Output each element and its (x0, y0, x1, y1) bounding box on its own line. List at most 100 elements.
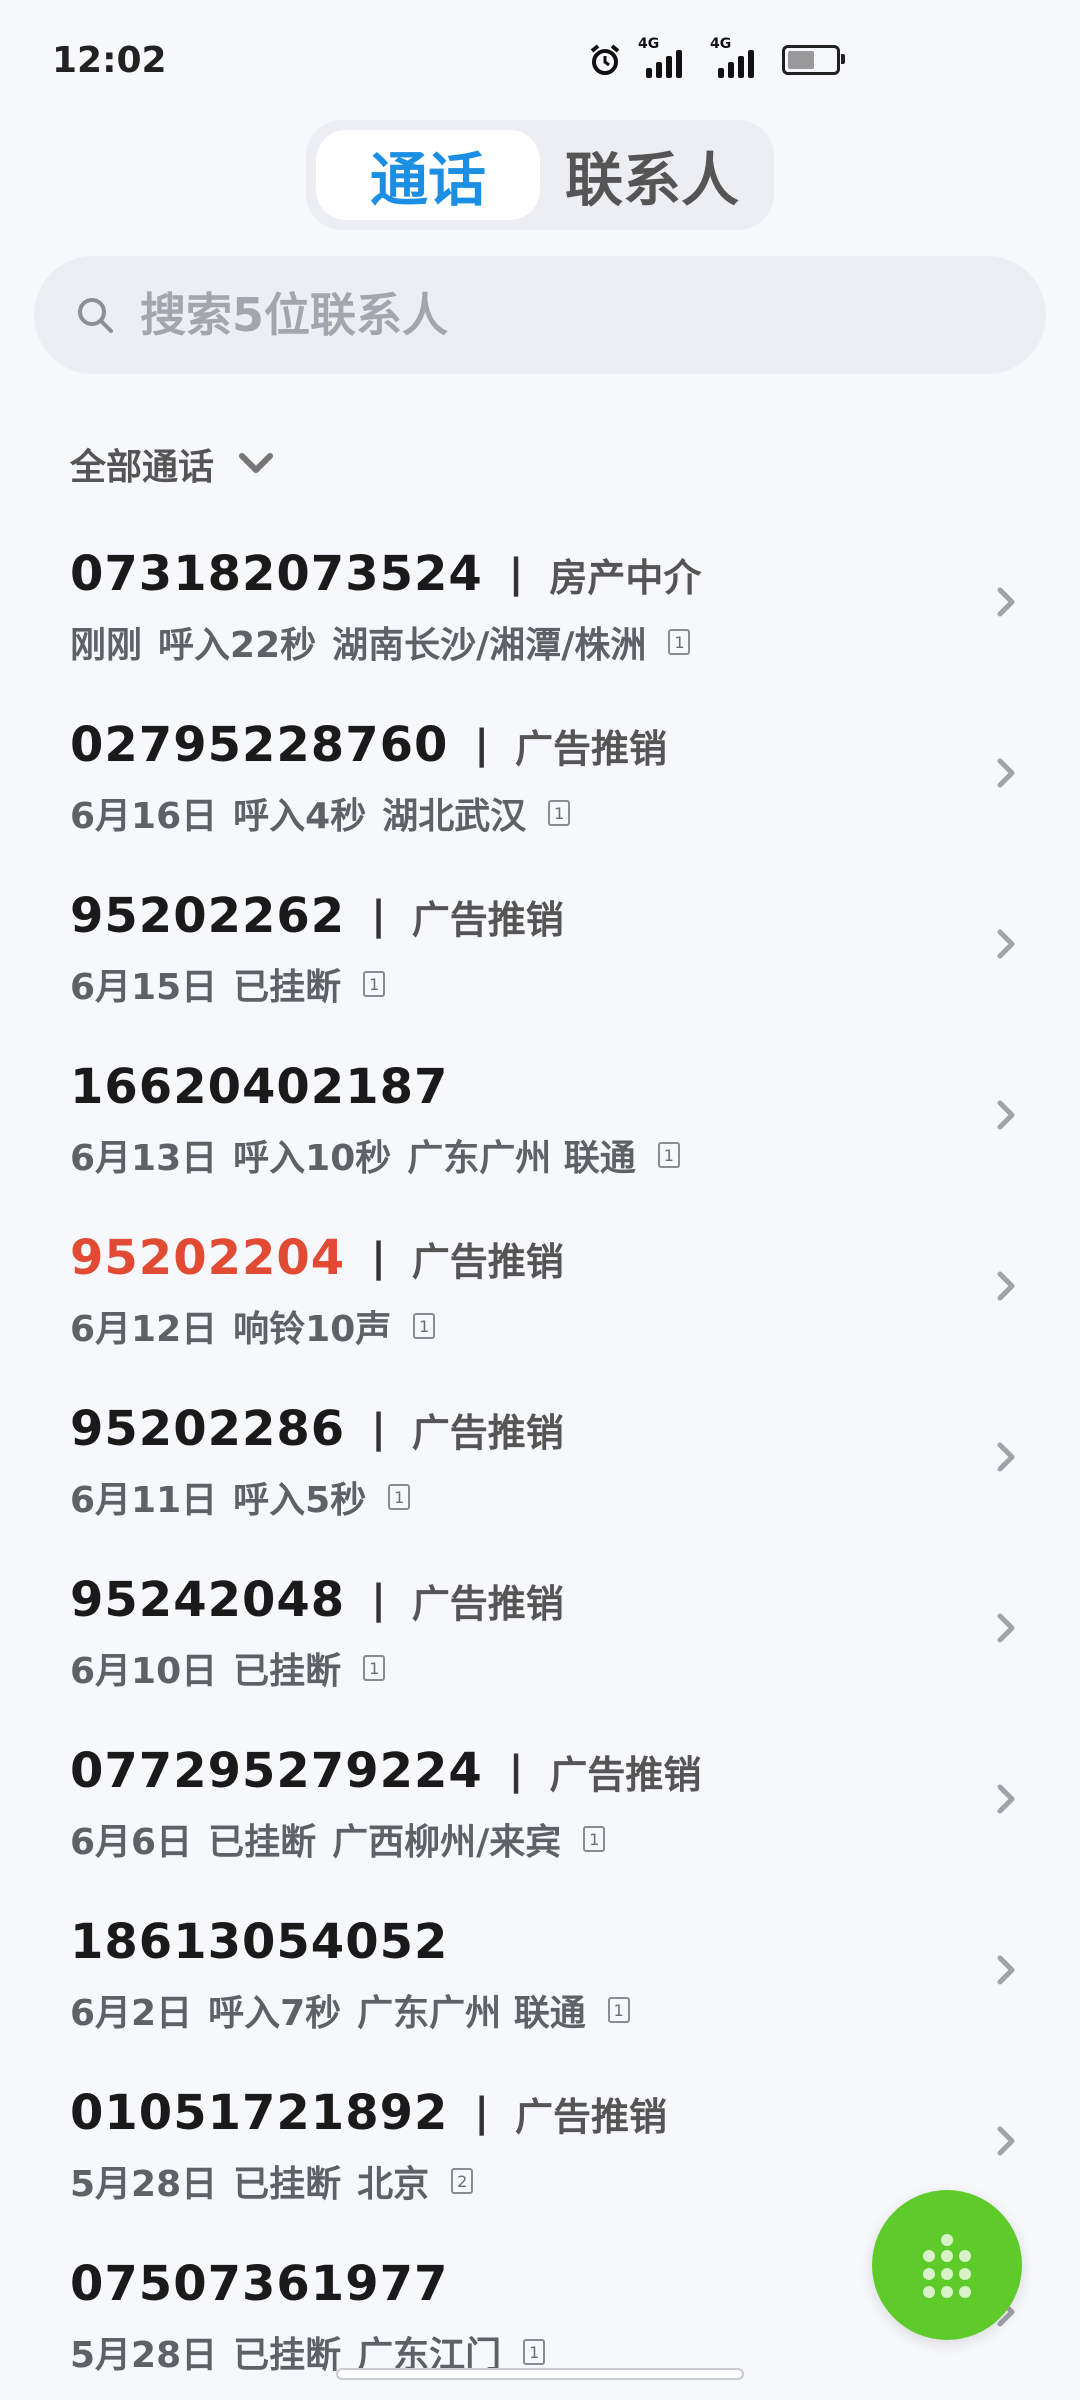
chevron-right-icon[interactable] (994, 755, 1018, 791)
search-icon (78, 298, 113, 333)
tab-contacts[interactable]: 联系人 (540, 130, 764, 220)
separator: | (371, 1406, 386, 1452)
call-status: 呼入4秒 (233, 796, 367, 837)
call-date: 刚刚 (70, 625, 143, 666)
separator: | (474, 722, 489, 768)
tab-switcher: 通话 联系人 (306, 120, 774, 230)
call-status: 呼入22秒 (158, 625, 317, 666)
call-location: 广东广州 联通 (407, 1138, 636, 1179)
number-tag: 广告推销 (549, 1752, 702, 1797)
call-location: 广东广州 联通 (357, 1993, 586, 2034)
separator: | (508, 1748, 524, 1794)
call-status: 呼入5秒 (233, 1480, 367, 1521)
call-secondary-line: 6月2日 呼入7秒 广东广州 联通 1 (70, 1984, 630, 2036)
call-log-row[interactable]: 95202262 | 广告推销 6月15日 已挂断 1 (0, 854, 1080, 1025)
call-location: 湖南长沙/湘潭/株洲 (332, 625, 647, 666)
phone-number: 95202262 (70, 888, 346, 944)
call-location: 湖北武汉 (382, 796, 527, 837)
call-secondary-line: 6月6日 已挂断 广西柳州/来宾 1 (70, 1813, 606, 1865)
chevron-right-icon[interactable] (994, 2123, 1018, 2159)
call-secondary-line: 6月15日 已挂断 1 (70, 958, 386, 1010)
sim-card-icon: 1 (607, 1997, 630, 2023)
chevron-right-icon[interactable] (994, 1952, 1018, 1988)
call-status: 呼入10秒 (233, 1138, 392, 1179)
sim-card-icon: 1 (523, 2339, 546, 2365)
chevron-right-icon[interactable] (994, 1781, 1018, 1817)
call-secondary-line: 刚刚 呼入22秒 湖南长沙/湘潭/株洲 1 (70, 616, 691, 668)
search-bar[interactable] (34, 256, 1046, 374)
number-tag: 房产中介 (549, 555, 702, 600)
call-secondary-line: 6月12日 响铃10声 1 (70, 1300, 436, 1352)
call-secondary-line: 5月28日 已挂断 北京 2 (70, 2155, 474, 2207)
number-tag: 广告推销 (515, 726, 668, 771)
call-location: 北京 (357, 2164, 430, 2205)
call-primary-line: 073182073524 | 房产中介 (70, 546, 701, 602)
call-list: 073182073524 | 房产中介 刚刚 呼入22秒 湖南长沙/湘潭/株洲 1 0… (0, 512, 1080, 2393)
signal-icon-1: 4G (638, 36, 694, 78)
phone-number: 01051721892 (70, 2085, 449, 2141)
tab-calls[interactable]: 通话 (316, 130, 540, 220)
call-log-row[interactable]: 02795228760 | 广告推销 6月16日 呼入4秒 湖北武汉 1 (0, 683, 1080, 854)
call-log-row[interactable]: 077295279224 | 广告推销 6月6日 已挂断 广西柳州/来宾 1 (0, 1709, 1080, 1880)
status-time: 12:02 (52, 40, 167, 81)
phone-number: 95202286 (70, 1401, 346, 1457)
call-primary-line: 95202286 | 广告推销 (70, 1401, 564, 1457)
separator: | (371, 1235, 386, 1281)
chevron-right-icon[interactable] (994, 1439, 1018, 1475)
dialpad-icon (923, 2234, 971, 2298)
call-date: 6月15日 (70, 967, 218, 1008)
call-date: 6月12日 (70, 1309, 218, 1350)
call-primary-line: 077295279224 | 广告推销 (70, 1743, 701, 1799)
chevron-right-icon[interactable] (994, 584, 1018, 620)
number-tag: 广告推销 (411, 1410, 564, 1455)
phone-number: 16620402187 (70, 1059, 449, 1115)
filter-label: 全部通话 (70, 447, 215, 488)
number-tag: 广告推销 (411, 897, 564, 942)
call-log-row[interactable]: 16620402187 6月13日 呼入10秒 广东广州 联通 1 (0, 1025, 1080, 1196)
home-indicator[interactable] (336, 2368, 744, 2380)
sim-card-icon: 1 (583, 1826, 606, 1852)
call-date: 6月2日 (70, 1993, 193, 2034)
call-status: 已挂断 (208, 1822, 317, 1863)
call-secondary-line: 6月13日 呼入10秒 广东广州 联通 1 (70, 1129, 680, 1181)
number-tag: 广告推销 (411, 1581, 564, 1626)
call-primary-line: 01051721892 | 广告推销 (70, 2085, 667, 2141)
alarm-icon (590, 44, 620, 75)
call-log-row[interactable]: 073182073524 | 房产中介 刚刚 呼入22秒 湖南长沙/湘潭/株洲 1 (0, 512, 1080, 683)
call-secondary-line: 6月11日 呼入5秒 1 (70, 1471, 411, 1523)
status-icons: 4G 4G (588, 36, 845, 80)
call-primary-line: 95242048 | 广告推销 (70, 1572, 564, 1628)
chevron-right-icon[interactable] (994, 1610, 1018, 1646)
chevron-right-icon[interactable] (994, 1097, 1018, 1133)
sim-card-icon: 1 (548, 800, 571, 826)
dialpad-button[interactable] (872, 2190, 1022, 2340)
call-date: 6月11日 (70, 1480, 218, 1521)
call-primary-line: 18613054052 (70, 1914, 448, 1970)
status-bar: 12:02 4G 4G (0, 0, 1080, 120)
separator: | (371, 1577, 386, 1623)
number-tag: 广告推销 (515, 2094, 668, 2139)
call-log-row[interactable]: 95202204 | 广告推销 6月12日 响铃10声 1 (0, 1196, 1080, 1367)
number-tag: 广告推销 (411, 1239, 564, 1284)
call-status: 已挂断 (233, 967, 342, 1008)
call-log-row[interactable]: 18613054052 6月2日 呼入7秒 广东广州 联通 1 (0, 1880, 1080, 2051)
call-log-row[interactable]: 95242048 | 广告推销 6月10日 已挂断 1 (0, 1538, 1080, 1709)
battery-icon (782, 45, 845, 75)
sim-card-icon: 1 (388, 1484, 411, 1510)
separator: | (371, 893, 386, 939)
sim-card-icon: 1 (413, 1313, 436, 1339)
search-input[interactable] (138, 287, 942, 343)
signal-icon-2: 4G (710, 36, 766, 78)
call-filter-dropdown[interactable]: 全部通话 (70, 438, 276, 490)
call-primary-line: 95202204 | 广告推销 (70, 1230, 564, 1286)
call-primary-line: 16620402187 (70, 1059, 448, 1115)
call-primary-line: 02795228760 | 广告推销 (70, 717, 667, 773)
chevron-right-icon[interactable] (994, 1268, 1018, 1304)
phone-number: 95242048 (70, 1572, 346, 1628)
chevron-down-icon (239, 453, 274, 473)
phone-number: 077295279224 (70, 1743, 483, 1799)
sim-card-icon: 1 (363, 1655, 386, 1681)
call-log-row[interactable]: 95202286 | 广告推销 6月11日 呼入5秒 1 (0, 1367, 1080, 1538)
separator: | (474, 2090, 489, 2136)
chevron-right-icon[interactable] (994, 926, 1018, 962)
